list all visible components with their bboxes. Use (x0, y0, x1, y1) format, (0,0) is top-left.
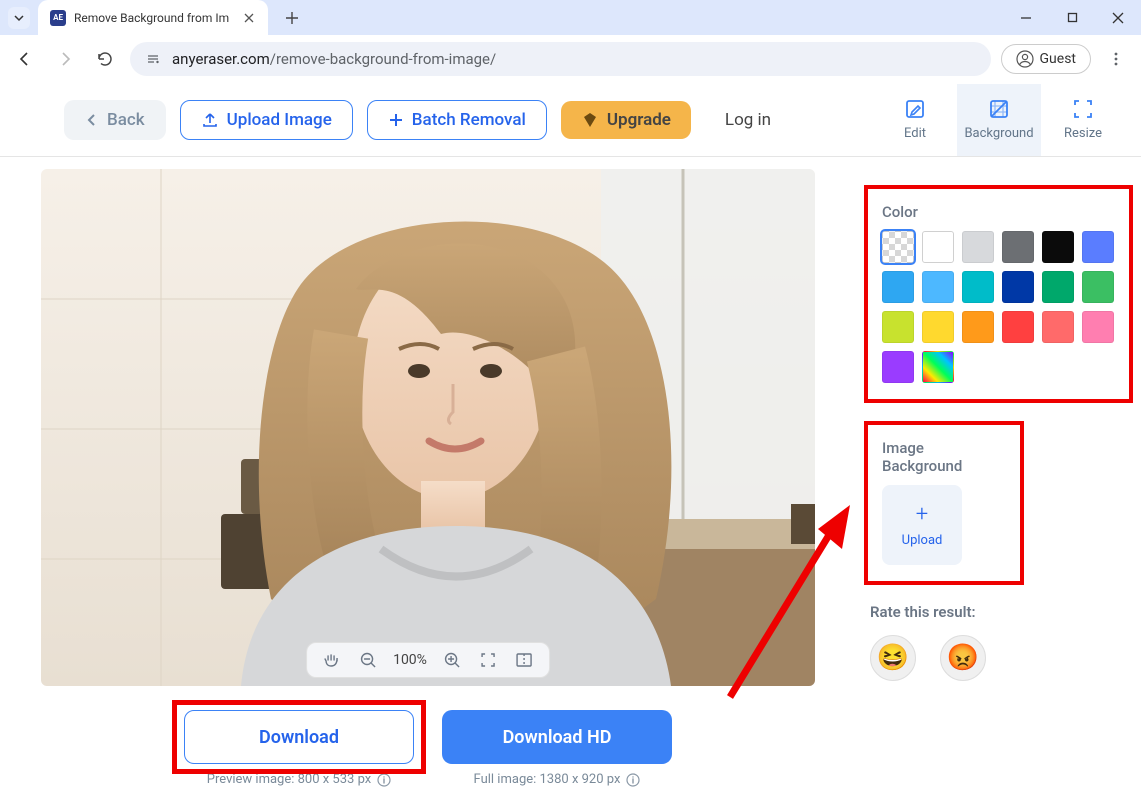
zoom-level: 100% (393, 652, 427, 668)
canvas-controls: 100% (306, 642, 550, 678)
maximize-button[interactable] (1049, 0, 1095, 35)
address-bar[interactable]: anyeraser.com/remove-background-from-ima… (130, 42, 991, 76)
preview-caption: Preview image: 800 x 533 px (207, 772, 391, 787)
plus-icon (388, 112, 404, 128)
color-swatch-coral[interactable] (1042, 311, 1074, 343)
main-area: 100% Download Preview image: 800 x 533 p… (0, 157, 1141, 806)
nav-forward-button[interactable] (50, 44, 80, 74)
tab-edit-label: Edit (904, 126, 926, 141)
upload-image-button[interactable]: Upload Image (180, 100, 353, 140)
background-icon (988, 98, 1010, 120)
browser-titlebar: AE Remove Background from Im (0, 0, 1141, 35)
close-window-button[interactable] (1095, 0, 1141, 35)
rate-good-button[interactable]: 😆 (870, 635, 916, 681)
color-swatch-green-dark[interactable] (1042, 271, 1074, 303)
color-swatch-pink[interactable] (1082, 311, 1114, 343)
color-swatch-lime[interactable] (882, 311, 914, 343)
color-swatch-orange[interactable] (962, 311, 994, 343)
batch-removal-label: Batch Removal (412, 110, 526, 130)
pan-tool-button[interactable] (321, 649, 343, 671)
zoom-out-button[interactable] (357, 649, 379, 671)
upgrade-button[interactable]: Upgrade (561, 101, 691, 139)
tab-edit[interactable]: Edit (873, 84, 957, 156)
color-swatch-gray-light[interactable] (962, 231, 994, 263)
image-bg-panel: Image Background + Upload (864, 421, 1024, 585)
color-swatch-white[interactable] (922, 231, 954, 263)
color-swatch-purple[interactable] (882, 351, 914, 383)
plus-icon: + (916, 502, 928, 527)
rate-title: Rate this result: (870, 603, 1127, 621)
color-swatch-light-blue[interactable] (922, 271, 954, 303)
color-swatch-sky[interactable] (882, 271, 914, 303)
color-panel: Color (864, 185, 1133, 403)
upload-icon (201, 111, 219, 129)
back-label: Back (107, 110, 145, 130)
reload-button[interactable] (90, 44, 120, 74)
edit-icon (904, 98, 926, 120)
preview-image[interactable] (41, 169, 815, 686)
color-swatch-blue[interactable] (1082, 231, 1114, 263)
upload-image-label: Upload Image (227, 110, 332, 130)
rate-section: Rate this result: 😆 😡 (856, 603, 1141, 681)
color-swatch-rainbow[interactable] (922, 351, 954, 383)
tab-background[interactable]: Background (957, 84, 1041, 156)
resize-icon (1072, 98, 1094, 120)
color-swatch-transparent[interactable] (882, 231, 914, 263)
profile-button[interactable]: Guest (1001, 44, 1091, 74)
full-caption: Full image: 1380 x 920 px (474, 772, 641, 787)
color-grid (882, 231, 1115, 383)
fullscreen-button[interactable] (477, 649, 499, 671)
download-hd-label: Download HD (503, 727, 612, 748)
tab-background-label: Background (964, 126, 1033, 141)
image-bg-title: Image Background (882, 439, 1006, 475)
color-swatch-red[interactable] (1002, 311, 1034, 343)
login-link[interactable]: Log in (725, 110, 771, 130)
browser-toolbar: anyeraser.com/remove-background-from-ima… (0, 35, 1141, 83)
tab-resize-label: Resize (1064, 126, 1102, 141)
app-toolbar: Back Upload Image Batch Removal Upgrade … (0, 83, 1141, 157)
canvas-column: 100% Download Preview image: 800 x 533 p… (0, 157, 856, 806)
color-swatch-navy[interactable] (1002, 271, 1034, 303)
browser-menu-button[interactable] (1101, 44, 1131, 74)
download-button[interactable]: Download (184, 710, 414, 764)
tab-title: Remove Background from Im (74, 11, 234, 25)
info-icon[interactable] (377, 773, 391, 787)
tabs-dropdown[interactable] (8, 7, 30, 29)
color-swatch-teal[interactable] (962, 271, 994, 303)
favicon-icon: AE (50, 10, 66, 26)
tab-close-button[interactable] (242, 11, 256, 25)
batch-removal-button[interactable]: Batch Removal (367, 100, 547, 140)
zoom-in-button[interactable] (441, 649, 463, 671)
upload-bg-button[interactable]: + Upload (882, 485, 962, 565)
color-swatch-gray-dark[interactable] (1002, 231, 1034, 263)
upgrade-label: Upgrade (607, 110, 671, 130)
window-controls (1003, 0, 1141, 35)
color-swatch-black[interactable] (1042, 231, 1074, 263)
color-swatch-green[interactable] (1082, 271, 1114, 303)
back-button[interactable]: Back (64, 100, 166, 140)
tab-resize[interactable]: Resize (1041, 84, 1125, 156)
compare-button[interactable] (513, 649, 535, 671)
color-swatch-yellow[interactable] (922, 311, 954, 343)
upload-bg-label: Upload (902, 533, 943, 548)
download-row: Download Preview image: 800 x 533 px Dow… (184, 710, 672, 787)
profile-label: Guest (1040, 51, 1076, 67)
diamond-icon (581, 111, 599, 129)
browser-tab[interactable]: AE Remove Background from Im (38, 0, 268, 35)
canvas-wrap: 100% (41, 169, 815, 686)
new-tab-button[interactable] (278, 4, 306, 32)
url-text: anyeraser.com/remove-background-from-ima… (172, 50, 496, 68)
download-label: Download (259, 727, 339, 748)
profile-icon (1016, 50, 1034, 68)
download-hd-button[interactable]: Download HD (442, 710, 672, 764)
minimize-button[interactable] (1003, 0, 1049, 35)
info-icon[interactable] (626, 773, 640, 787)
side-panel: Color Image Background + Upload Rate thi… (856, 157, 1141, 806)
site-settings-icon[interactable] (144, 50, 162, 68)
chevron-left-icon (85, 113, 99, 127)
nav-back-button[interactable] (10, 44, 40, 74)
color-panel-title: Color (882, 203, 1115, 221)
rate-bad-button[interactable]: 😡 (940, 635, 986, 681)
